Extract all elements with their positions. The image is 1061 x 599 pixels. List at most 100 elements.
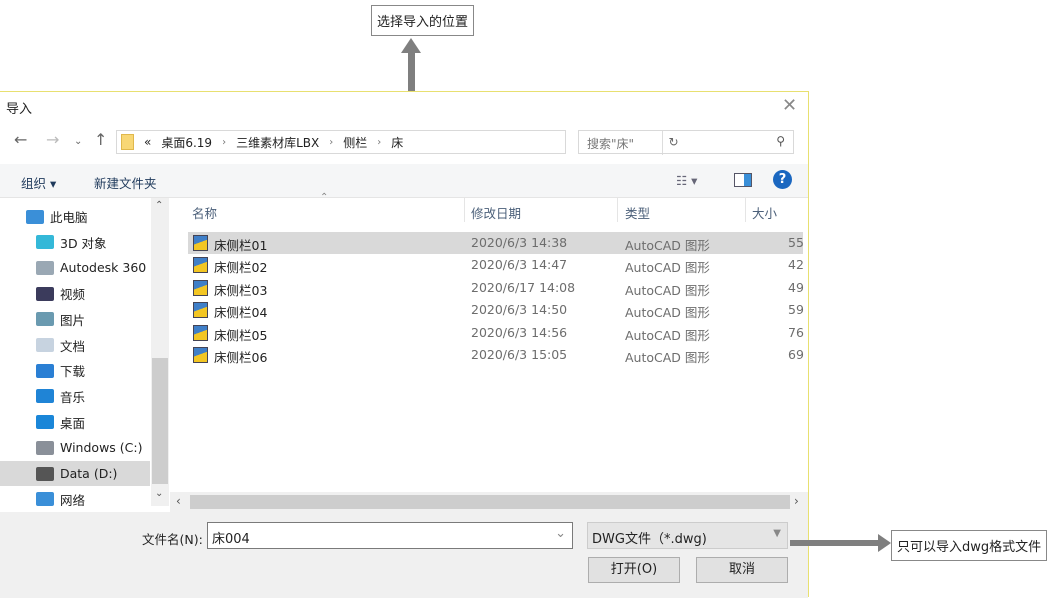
dwg-file-icon	[193, 279, 208, 296]
sidebar-item-label: Data (D:)	[60, 466, 118, 481]
file-type: AutoCAD 图形	[625, 305, 710, 321]
sidebar-item[interactable]: 网络	[0, 487, 150, 506]
sidebar-item-label: 下载	[60, 364, 86, 380]
file-size: 76	[788, 324, 804, 340]
chevron-right-icon: ›	[377, 136, 382, 148]
search-placeholder: 搜索"床"	[587, 137, 635, 151]
dwg-file-icon	[193, 302, 208, 319]
sidebar-item[interactable]: 图片	[0, 307, 150, 332]
sidebar-item-label: 网络	[60, 492, 86, 506]
dwg-file-icon	[193, 324, 208, 341]
chevron-right-icon: ›	[329, 136, 334, 148]
file-name: 床侧栏02	[214, 260, 268, 276]
dropdown-arrow-icon: ▼	[773, 528, 781, 539]
file-row[interactable]: 床侧栏04 2020/6/3 14:50 AutoCAD 图形 59	[188, 299, 804, 321]
document-icon	[36, 338, 54, 352]
forward-icon[interactable]: →	[46, 130, 59, 149]
file-name: 床侧栏04	[214, 305, 268, 321]
scroll-up-icon[interactable]: ⌃	[155, 200, 163, 211]
arrow-right	[790, 540, 880, 546]
file-row[interactable]: 床侧栏01 2020/6/3 14:38 AutoCAD 图形 55	[188, 232, 804, 254]
chevron-down-icon[interactable]: ⌄	[555, 526, 566, 541]
music-icon	[36, 389, 54, 404]
file-row[interactable]: 床侧栏03 2020/6/17 14:08 AutoCAD 图形 49	[188, 277, 804, 299]
network-icon	[36, 492, 54, 506]
column-date[interactable]: 修改日期	[471, 203, 521, 222]
scroll-left-icon[interactable]: ‹	[176, 494, 181, 508]
scroll-down-icon[interactable]: ⌄	[155, 488, 163, 499]
horizontal-scrollbar[interactable]: ‹ ›	[170, 492, 808, 512]
folder-icon	[121, 134, 134, 150]
file-size: 69	[788, 347, 804, 362]
sidebar-item-label: 桌面	[60, 415, 86, 431]
column-type[interactable]: 类型	[625, 203, 650, 222]
scrollbar-thumb[interactable]	[152, 358, 168, 484]
filename-label: 文件名(N):	[142, 532, 203, 547]
callout-dwg-only: 只可以导入dwg格式文件	[891, 530, 1048, 561]
recent-chevron-icon[interactable]: ⌄	[74, 136, 82, 147]
back-icon[interactable]: ←	[14, 130, 27, 149]
file-row[interactable]: 床侧栏05 2020/6/3 14:56 AutoCAD 图形 76	[188, 322, 804, 344]
sidebar-item[interactable]: 下载	[0, 358, 150, 383]
dwg-file-icon	[193, 235, 208, 251]
file-row[interactable]: 床侧栏06 2020/6/3 15:05 AutoCAD 图形 69	[188, 344, 804, 366]
sidebar-item-label: 文档	[60, 338, 86, 354]
sidebar-item[interactable]: 音乐	[0, 384, 150, 409]
toolbar: 组织 ▾ 新建文件夹 ☷ ▾ ?	[0, 164, 808, 198]
sidebar-scrollbar[interactable]: ⌃ ⌄	[151, 198, 169, 506]
sidebar-item[interactable]: 桌面	[0, 410, 150, 435]
sidebar-item[interactable]: 文档	[0, 333, 150, 358]
file-row[interactable]: 床侧栏02 2020/6/3 14:47 AutoCAD 图形 42	[188, 254, 804, 276]
view-options-icon[interactable]: ☷ ▾	[676, 173, 697, 188]
sidebar-item-label: 音乐	[60, 389, 86, 405]
filename-input[interactable]: 床004 ⌄	[207, 522, 573, 549]
file-date: 2020/6/3 14:47	[471, 257, 568, 273]
filetype-select[interactable]: DWG文件（*.dwg) ▼	[587, 522, 788, 549]
file-type: AutoCAD 图形	[625, 260, 710, 276]
close-icon[interactable]: ✕	[782, 95, 797, 116]
column-name[interactable]: 名称	[192, 203, 217, 222]
file-size: 55	[788, 235, 804, 250]
search-input[interactable]: 搜索"床" ⚲	[578, 130, 794, 154]
sidebar-item[interactable]: Data (D:)	[0, 461, 150, 486]
sidebar-item[interactable]: Windows (C:)	[0, 435, 150, 460]
sidebar-item-label: Autodesk 360	[60, 260, 147, 276]
sidebar-item[interactable]: 视频	[0, 281, 150, 306]
drive-icon	[36, 466, 54, 481]
file-type: AutoCAD 图形	[625, 282, 710, 298]
file-size: 42	[788, 257, 804, 273]
breadcrumb-item[interactable]: 侧栏	[343, 134, 367, 151]
desktop-icon	[36, 415, 54, 430]
computer-icon	[26, 209, 44, 224]
breadcrumb-item[interactable]: 床	[391, 134, 403, 151]
file-date: 2020/6/17 14:08	[471, 279, 576, 295]
sidebar-item[interactable]: Autodesk 360	[0, 255, 150, 280]
film-icon	[36, 286, 54, 301]
sidebar-item[interactable]: 此电脑	[0, 204, 150, 229]
help-icon[interactable]: ?	[773, 170, 792, 189]
dialog-title: 导入	[6, 102, 33, 117]
organize-button[interactable]: 组织 ▾	[21, 173, 56, 192]
scroll-right-icon[interactable]: ›	[794, 494, 799, 508]
cube-icon	[36, 235, 54, 250]
sidebar-item[interactable]: 3D 对象	[0, 230, 150, 255]
import-dialog: 导入 ✕ ← → ⌄ ↑ « 桌面6.19 › 三维素材库LBX › 侧栏 › 床 ↻…	[0, 91, 809, 598]
download-icon	[36, 363, 54, 378]
file-size: 59	[788, 302, 804, 318]
preview-pane-icon[interactable]	[734, 173, 752, 187]
sidebar-item-label: 3D 对象	[60, 235, 107, 251]
chevron-right-icon: ›	[222, 136, 227, 148]
new-folder-button[interactable]: 新建文件夹	[94, 173, 157, 192]
file-date: 2020/6/3 14:38	[471, 235, 568, 250]
cancel-button[interactable]: 取消	[696, 557, 788, 583]
breadcrumb-overflow[interactable]: «	[144, 135, 151, 149]
address-bar[interactable]: « 桌面6.19 › 三维素材库LBX › 侧栏 › 床 ↻	[116, 130, 679, 155]
column-size[interactable]: 大小	[752, 203, 777, 222]
breadcrumb-item[interactable]: 桌面6.19	[161, 134, 212, 151]
breadcrumb-item[interactable]: 三维素材库LBX	[236, 134, 319, 151]
scrollbar-thumb[interactable]	[190, 495, 790, 509]
callout-location: 选择导入的位置	[371, 5, 475, 36]
up-icon[interactable]: ↑	[94, 130, 107, 149]
open-button[interactable]: 打开(O)	[588, 557, 680, 583]
dialog-footer: 文件名(N): 床004 ⌄ DWG文件（*.dwg) ▼ 打开(O) 取消	[0, 512, 808, 598]
